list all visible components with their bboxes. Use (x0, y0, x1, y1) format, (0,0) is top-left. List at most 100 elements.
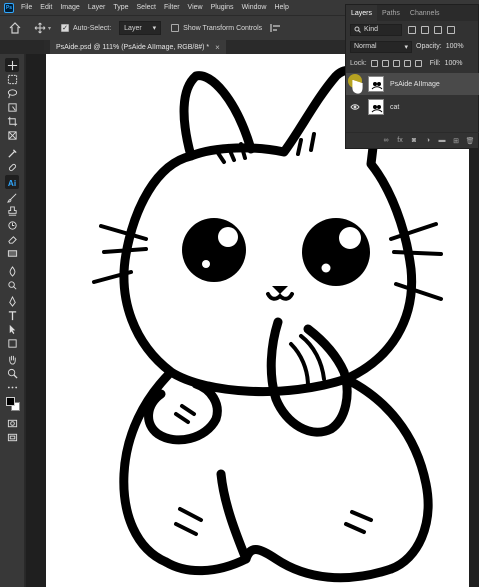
close-icon[interactable]: × (215, 43, 220, 52)
shape-filter-icon[interactable] (447, 25, 455, 34)
layer-name: cat (390, 103, 400, 111)
fx-icon[interactable]: fx (396, 137, 404, 145)
lock-all-icon[interactable] (414, 60, 422, 67)
foreground-color-swatch[interactable] (6, 397, 15, 406)
ai-tool-button[interactable]: Ai (5, 175, 19, 189)
layer-kind-filter[interactable]: Kind (350, 23, 402, 36)
path-select-tool-button[interactable] (5, 322, 19, 336)
link-icon[interactable]: ∞ (382, 137, 390, 145)
tools-panel: Ai (0, 54, 25, 587)
adjustment-icon[interactable]: ◑ (424, 137, 432, 145)
lock-position-icon[interactable] (392, 60, 400, 67)
layer-kind-value: Kind (364, 26, 379, 33)
type-tool-button[interactable] (5, 308, 19, 322)
menu-layer[interactable]: Layer (84, 4, 110, 11)
layer-thumbnail (368, 76, 384, 92)
align-icon[interactable] (270, 23, 282, 33)
tab-channels[interactable]: Channels (405, 5, 445, 21)
fill-label: Fill: (429, 60, 441, 67)
fill-value[interactable]: 100% (445, 60, 463, 67)
lock-artboard-icon[interactable] (403, 60, 411, 67)
mask-icon[interactable]: ◙ (410, 137, 418, 145)
color-swatches[interactable] (5, 396, 21, 412)
move-tool-button[interactable] (5, 58, 19, 72)
shape-tool-button[interactable] (5, 336, 19, 350)
chevron-down-icon: ▾ (404, 43, 408, 51)
layer-filter-row: Kind (346, 21, 478, 38)
lock-pixels-icon[interactable] (381, 60, 389, 67)
auto-select-target-dropdown[interactable]: Layer ▾ (119, 21, 162, 35)
hand-tool-button[interactable] (5, 352, 19, 366)
hand-cursor-icon (348, 74, 363, 94)
dodge-tool-button[interactable] (5, 278, 19, 292)
blend-mode-dropdown[interactable]: Normal ▾ (350, 40, 412, 53)
menu-type[interactable]: Type (109, 4, 132, 11)
menu-window[interactable]: Window (238, 4, 271, 11)
menu-plugins[interactable]: Plugins (207, 4, 238, 11)
filter-icons (408, 25, 455, 34)
object-select-tool-button[interactable] (5, 100, 19, 114)
frame-tool-button[interactable] (5, 128, 19, 142)
menu-select[interactable]: Select (133, 4, 160, 11)
layer-row-cat[interactable]: cat (346, 96, 479, 118)
photoshop-logo: Ps (4, 2, 14, 13)
quick-mask-button[interactable] (5, 416, 19, 430)
type-filter-icon[interactable] (434, 25, 442, 34)
show-transform-checkbox[interactable] (171, 24, 180, 32)
screen-mode-button[interactable] (5, 430, 19, 444)
chevron-down-icon[interactable]: ▾ (48, 25, 51, 32)
folder-icon[interactable]: ▬ (438, 137, 446, 145)
gradient-tool-button[interactable] (5, 246, 19, 260)
blend-mode-value: Normal (354, 43, 377, 50)
layer-thumbnail (368, 99, 384, 115)
trash-icon[interactable]: 🗑 (466, 137, 475, 145)
pixel-filter-icon[interactable] (408, 25, 416, 34)
panel-tabs: Layers Paths Channels (346, 5, 478, 21)
home-icon[interactable] (8, 21, 22, 35)
history-brush-tool-button[interactable] (5, 218, 19, 232)
show-transform-label: Show Transform Controls (183, 24, 263, 32)
layer-row-psaide-aiimage[interactable]: PsAide AIImage (346, 73, 479, 95)
tab-paths[interactable]: Paths (377, 5, 405, 21)
marquee-tool-button[interactable] (5, 72, 19, 86)
svg-text:Ai: Ai (7, 179, 15, 188)
eye-icon[interactable] (350, 102, 360, 112)
auto-select-label: Auto-Select: (73, 24, 112, 32)
blur-tool-button[interactable] (5, 264, 19, 278)
search-icon (354, 26, 361, 33)
auto-select-target-value: Layer (124, 24, 142, 32)
lock-row: Lock: Fill: 100% (346, 55, 478, 72)
opacity-label: Opacity: (416, 43, 442, 50)
tab-layers[interactable]: Layers (346, 5, 378, 21)
pen-tool-button[interactable] (5, 294, 19, 308)
lock-transparent-icon[interactable] (370, 60, 378, 67)
auto-select-checkbox[interactable]: ✓ (61, 24, 70, 32)
layers-panel: Layers Paths Channels Kind Normal ▾ Opac… (345, 4, 479, 149)
new-layer-icon[interactable]: ⊞ (452, 137, 460, 145)
layers-panel-footer: ∞ fx ◙ ◑ ▬ ⊞ 🗑 (346, 132, 479, 148)
document-tab-title: PsAide.psd @ 111% (PsAide AIImage, RGB/8… (56, 43, 210, 51)
opacity-value[interactable]: 100% (446, 43, 464, 50)
adjustment-filter-icon[interactable] (421, 25, 429, 34)
menu-view[interactable]: View (184, 4, 207, 11)
menu-image[interactable]: Image (56, 4, 83, 11)
menu-help[interactable]: Help (270, 4, 292, 11)
chevron-down-icon: ▾ (152, 25, 157, 32)
layer-name: PsAide AIImage (390, 80, 440, 88)
eraser-tool-button[interactable] (5, 232, 19, 246)
menu-filter[interactable]: Filter (160, 4, 184, 11)
blend-row: Normal ▾ Opacity: 100% (346, 38, 478, 55)
zoom-tool-button[interactable] (5, 366, 19, 380)
crop-tool-button[interactable] (5, 114, 19, 128)
stamp-tool-button[interactable] (5, 204, 19, 218)
eyedropper-tool-button[interactable] (5, 146, 19, 160)
more-tools-button[interactable] (5, 380, 19, 394)
brush-tool-button[interactable] (5, 190, 19, 204)
menu-edit[interactable]: Edit (36, 4, 56, 11)
healing-tool-button[interactable] (5, 160, 19, 174)
move-tool-icon[interactable] (34, 22, 46, 34)
menu-file[interactable]: File (17, 4, 36, 11)
lasso-tool-button[interactable] (5, 86, 19, 100)
document-tab[interactable]: PsAide.psd @ 111% (PsAide AIImage, RGB/8… (50, 40, 226, 54)
lock-label: Lock: (350, 60, 367, 67)
